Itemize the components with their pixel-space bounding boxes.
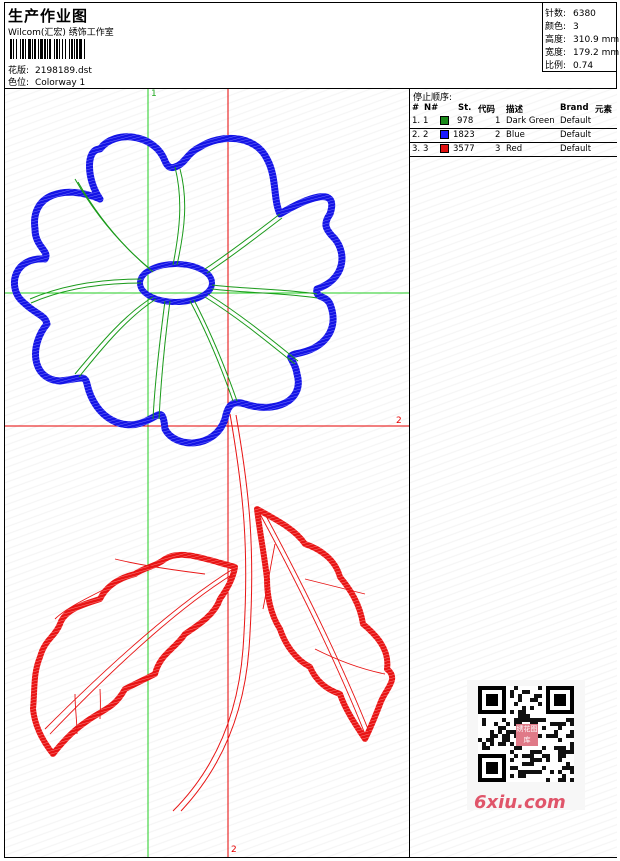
red-guide-label-bottom: 2 <box>231 845 237 855</box>
color-swatch <box>440 130 449 142</box>
row-description: Dark Green <box>506 116 555 126</box>
embroidery-preview <box>5 89 409 857</box>
stat-value: 0.74 <box>573 61 594 71</box>
color-row[interactable]: 1. 1 978 1 Dark Green Default <box>410 115 617 129</box>
design-stats: 针数: 6380 颜色: 3 高度: 310.9 mm 宽度: 179.2 mm 比例:… <box>542 3 619 72</box>
stat-label: 比例: <box>545 61 567 71</box>
color-table-header: # N# St. 代码 描述 Brand 元素 <box>410 102 617 115</box>
red-guide-label-right: 2 <box>396 416 402 426</box>
barcode <box>10 39 142 59</box>
row-brand: Default <box>560 116 592 126</box>
swatch-dark-green <box>440 116 449 125</box>
stat-value: 310.9 mm <box>573 35 620 45</box>
row-description: Red <box>506 144 523 154</box>
row-needle: 3 <box>423 144 429 154</box>
barcode-bar <box>85 39 86 59</box>
page-title: 生产作业图 <box>8 7 89 25</box>
stat-height: 高度: 310.9 mm <box>545 32 619 45</box>
col-header-needle: N# <box>424 103 439 113</box>
row-code: 1 <box>495 116 501 126</box>
stat-label: 高度: <box>545 35 567 45</box>
row-stitches: 1823 <box>453 130 475 140</box>
col-header-code: 代码 <box>478 105 496 115</box>
col-header-brand: Brand <box>560 103 589 113</box>
row-code: 3 <box>495 144 501 154</box>
color-row[interactable]: 2. 2 1823 2 Blue Default <box>410 129 617 143</box>
color-swatch <box>440 144 449 156</box>
right-leaf-outline <box>254 506 396 742</box>
col-header-stitches: St. <box>458 103 472 113</box>
stat-color-count: 颜色: 3 <box>545 19 579 32</box>
company-name: Wilcom(汇宏) 绣饰工作室 <box>8 28 114 38</box>
swatch-red <box>440 144 449 153</box>
stat-label: 颜色: <box>545 22 567 32</box>
row-code: 2 <box>495 130 501 140</box>
row-needle: 1 <box>423 116 429 126</box>
stat-value: 6380 <box>573 9 596 19</box>
stat-scale: 比例: 0.74 <box>545 58 593 71</box>
stat-width: 宽度: 179.2 mm <box>545 45 619 58</box>
colorway-value: Colorway 1 <box>35 78 86 88</box>
colorway-label: 色位: <box>8 78 30 88</box>
stat-label: 针数: <box>545 9 567 19</box>
left-leaf-veins <box>44 558 234 735</box>
color-swatch <box>440 116 449 128</box>
watermark-site[interactable]: 6xiu.com <box>474 792 566 813</box>
row-brand: Default <box>560 130 592 140</box>
left-leaf-outline <box>30 551 238 757</box>
col-header-index: # <box>412 103 420 113</box>
color-sequence-table: # N# St. 代码 描述 Brand 元素 1. 1 978 1 Dark … <box>410 102 617 157</box>
row-index: 1. <box>412 116 421 126</box>
design-canvas[interactable]: 1 2 2 <box>5 89 409 857</box>
col-header-element: 元素 <box>595 105 613 115</box>
color-row[interactable]: 3. 3 3577 3 Red Default <box>410 143 617 157</box>
col-header-description: 描述 <box>506 105 524 115</box>
row-stitches: 978 <box>457 116 474 126</box>
colorway-row: 色位: Colorway 1 <box>8 75 85 88</box>
swatch-blue <box>440 130 449 139</box>
stat-value: 179.2 mm <box>573 48 620 58</box>
row-index: 2. <box>412 130 421 140</box>
green-guide-label: 1 <box>151 89 157 99</box>
stat-value: 3 <box>573 22 579 32</box>
row-stitches: 3577 <box>453 144 475 154</box>
row-index: 3. <box>412 144 421 154</box>
stat-stitch-count: 针数: 6380 <box>545 6 596 19</box>
row-brand: Default <box>560 144 592 154</box>
header-info: 生产作业图 Wilcom(汇宏) 绣饰工作室 花版: 2198189.dst 色位… <box>5 3 542 88</box>
row-description: Blue <box>506 130 525 140</box>
watermark-seal: 绣花图库 <box>516 724 538 746</box>
row-needle: 2 <box>423 130 429 140</box>
stat-label: 宽度: <box>545 48 567 58</box>
